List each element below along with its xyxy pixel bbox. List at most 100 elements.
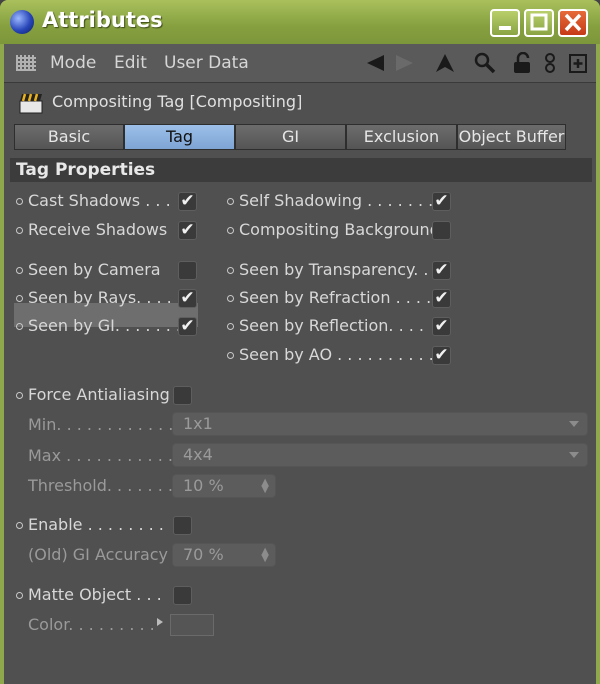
tab-tag[interactable]: Tag — [124, 124, 235, 150]
color-label: Color. . . . . . . . . — [28, 615, 155, 634]
seen-by-refraction-label: Seen by Refraction . . . . — [239, 288, 432, 307]
cast-shadows-row: Cast Shadows . . . ✔ — [16, 190, 216, 214]
threshold-row: Threshold. . . . . . . — [16, 475, 176, 499]
seen-by-camera-checkbox[interactable] — [178, 261, 197, 280]
maximize-icon — [530, 13, 548, 31]
lock-icon[interactable] — [511, 52, 533, 74]
animate-dot-icon[interactable] — [16, 227, 23, 234]
gi-accuracy-value: 70 % — [183, 545, 224, 564]
clapperboard-icon — [19, 93, 43, 114]
max-value: 4x4 — [183, 445, 213, 464]
animate-dot-icon[interactable] — [16, 392, 23, 399]
enable-row: Enable . . . . . . . . — [16, 514, 216, 538]
animate-dot-icon[interactable] — [227, 323, 234, 330]
spinner-icon[interactable]: ▲ ▼ — [261, 547, 269, 564]
matte-object-checkbox[interactable] — [173, 586, 192, 605]
search-icon[interactable] — [474, 52, 496, 74]
app-sphere-icon — [10, 10, 34, 34]
threshold-label: Threshold. . . . . . . — [28, 476, 173, 495]
max-select[interactable]: 4x4 — [172, 443, 588, 467]
cast-shadows-checkbox[interactable]: ✔ — [178, 192, 197, 211]
tab-basic[interactable]: Basic — [14, 124, 124, 150]
force-antialiasing-row: Force Antialiasing — [16, 384, 216, 408]
matte-object-row: Matte Object . . . — [16, 584, 216, 608]
animate-dot-icon[interactable] — [16, 323, 23, 330]
compositing-background-row: Compositing Background — [227, 219, 467, 243]
animate-dot-icon[interactable] — [227, 198, 234, 205]
receive-shadows-label: Receive Shadows — [28, 220, 168, 239]
compositing-background-label: Compositing Background — [239, 220, 440, 239]
seen-by-gi-checkbox[interactable]: ✔ — [178, 317, 197, 336]
tab-exclusion[interactable]: Exclusion — [346, 124, 457, 150]
link-icon[interactable] — [542, 52, 558, 74]
spinner-icon[interactable]: ▲ ▼ — [261, 478, 269, 495]
matte-object-label: Matte Object . . . — [28, 585, 162, 604]
receive-shadows-row: Receive Shadows ✔ — [16, 219, 216, 243]
seen-by-ao-checkbox[interactable]: ✔ — [432, 346, 451, 365]
menu-user-data[interactable]: User Data — [164, 53, 249, 73]
seen-by-rays-row: Seen by Rays. . . . ✔ — [16, 287, 216, 311]
min-label: Min. . . . . . . . . . . . — [28, 415, 174, 434]
color-swatch[interactable] — [170, 614, 214, 636]
minimize-icon — [499, 26, 511, 30]
expand-arrow-icon[interactable] — [156, 617, 164, 627]
animate-dot-icon[interactable] — [16, 522, 23, 529]
animate-dot-icon[interactable] — [227, 267, 234, 274]
compositing-background-checkbox[interactable] — [432, 221, 451, 240]
grip-icon[interactable] — [16, 55, 36, 71]
force-antialiasing-checkbox[interactable] — [173, 386, 192, 405]
animate-dot-icon[interactable] — [16, 198, 23, 205]
chevron-down-icon — [569, 421, 579, 427]
animate-dot-icon[interactable] — [16, 592, 23, 599]
new-panel-icon[interactable] — [568, 52, 588, 74]
seen-by-refraction-checkbox[interactable]: ✔ — [432, 289, 451, 308]
back-arrow-icon[interactable] — [364, 52, 386, 74]
seen-by-transparency-label: Seen by Transparency. . — [239, 260, 429, 279]
forward-arrow-icon[interactable] — [394, 52, 416, 74]
up-arrow-icon[interactable] — [434, 52, 456, 74]
seen-by-rays-checkbox[interactable]: ✔ — [178, 289, 197, 308]
object-header: Compositing Tag [Compositing] — [4, 86, 596, 120]
self-shadowing-row: Self Shadowing . . . . . . . . ✔ — [227, 190, 467, 214]
self-shadowing-label: Self Shadowing . . . . . . . . — [239, 191, 444, 210]
gi-accuracy-stepper[interactable]: 70 % ▲ ▼ — [172, 543, 276, 567]
min-value: 1x1 — [183, 414, 213, 433]
animate-dot-icon[interactable] — [227, 352, 234, 359]
self-shadowing-checkbox[interactable]: ✔ — [432, 192, 451, 211]
title-bar[interactable]: Attributes — [0, 0, 600, 44]
seen-by-camera-row: Seen by Camera — [16, 259, 216, 283]
section-header[interactable]: Tag Properties — [10, 158, 592, 182]
min-select[interactable]: 1x1 — [172, 412, 588, 436]
seen-by-reflection-row: Seen by Reflection. . . . ✔ — [227, 315, 467, 339]
enable-checkbox[interactable] — [173, 516, 192, 535]
seen-by-transparency-checkbox[interactable]: ✔ — [432, 261, 451, 280]
menu-mode[interactable]: Mode — [50, 53, 96, 73]
seen-by-rays-label: Seen by Rays. . . . — [28, 288, 172, 307]
receive-shadows-checkbox[interactable]: ✔ — [178, 221, 197, 240]
animate-dot-icon[interactable] — [16, 267, 23, 274]
gi-accuracy-label: (Old) GI Accuracy — [28, 545, 169, 564]
tab-object-buffer[interactable]: Object Buffer — [457, 124, 566, 150]
seen-by-gi-label: Seen by GI. . . . . . . — [28, 316, 182, 335]
animate-dot-icon[interactable] — [16, 295, 23, 302]
attributes-panel: Mode Edit User Data Compositing Tag [Com… — [4, 44, 596, 684]
close-icon — [564, 13, 582, 32]
color-row: Color. . . . . . . . . — [16, 614, 156, 638]
tab-gi[interactable]: GI — [235, 124, 346, 150]
seen-by-camera-label: Seen by Camera — [28, 260, 161, 279]
close-button[interactable] — [558, 9, 588, 37]
menu-edit[interactable]: Edit — [114, 53, 147, 73]
animate-dot-icon[interactable] — [227, 295, 234, 302]
seen-by-gi-row: Seen by GI. . . . . . . ✔ — [16, 315, 216, 339]
seen-by-reflection-checkbox[interactable]: ✔ — [432, 317, 451, 336]
threshold-stepper[interactable]: 10 % ▲ ▼ — [172, 474, 276, 498]
maximize-button[interactable] — [524, 9, 554, 37]
seen-by-ao-row: Seen by AO . . . . . . . . . . ✔ — [227, 344, 467, 368]
window-title: Attributes — [42, 8, 163, 32]
threshold-value: 10 % — [183, 476, 224, 495]
minimize-button[interactable] — [490, 9, 520, 37]
seen-by-ao-label: Seen by AO . . . . . . . . . . — [239, 345, 434, 364]
object-title: Compositing Tag [Compositing] — [52, 92, 303, 111]
seen-by-reflection-label: Seen by Reflection. . . . — [239, 316, 424, 335]
animate-dot-icon[interactable] — [227, 227, 234, 234]
